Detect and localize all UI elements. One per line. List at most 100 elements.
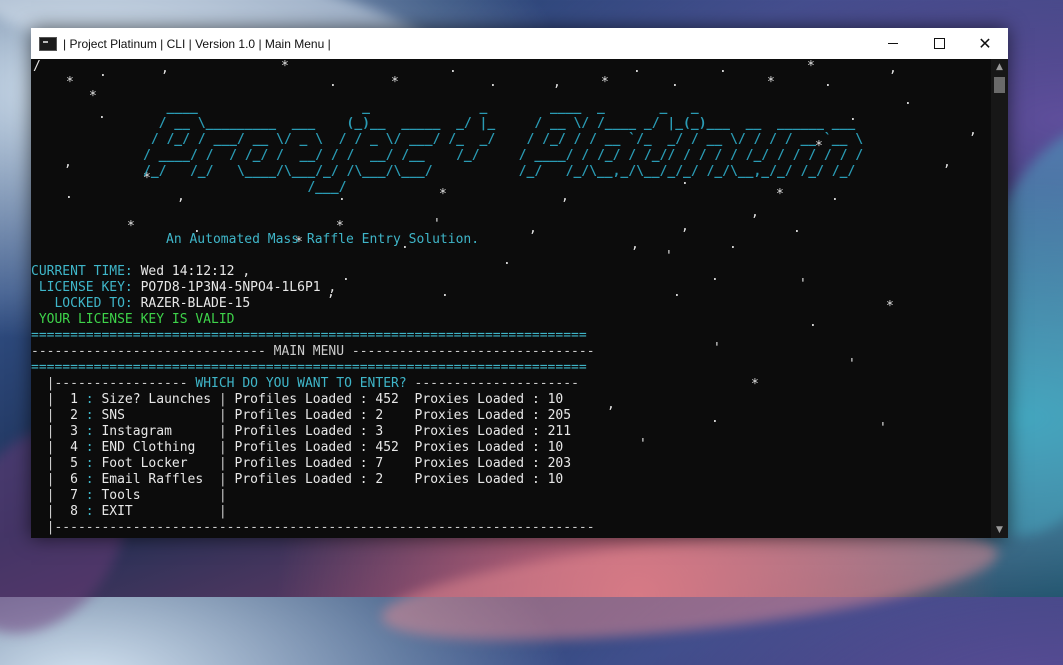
profiles-count: 2 <box>375 472 415 487</box>
menu-item-name: Email Raffles <box>101 472 219 487</box>
profiles-loaded-label: Profiles Loaded : <box>234 424 368 439</box>
star: . <box>711 269 719 284</box>
logo-line: / /_/ / ___/ __ \/ _ \ / / _ \/ ___/ /_ … <box>143 132 864 147</box>
star: , <box>681 219 689 234</box>
close-icon: ✕ <box>978 33 992 53</box>
star: . <box>329 75 337 90</box>
license-valid-message: YOUR LICENSE KEY IS VALID <box>31 312 235 327</box>
menu-item[interactable]: | 3 : Instagram | Profiles Loaded : 3 Pr… <box>31 424 595 440</box>
tagline: An Automated Mass Raffle Entry Solution. <box>166 232 480 247</box>
star: * <box>89 89 97 104</box>
separator: | <box>31 504 71 519</box>
menu-item-name: EXIT <box>101 504 219 519</box>
star: ' <box>848 357 856 372</box>
menu-item-name: Size? Launches <box>101 392 219 407</box>
separator: : <box>77 456 102 471</box>
separator <box>540 408 548 423</box>
menu-item-name: SNS <box>101 408 219 423</box>
star: , <box>943 155 951 170</box>
scroll-down-icon[interactable]: ▼ <box>991 522 1008 538</box>
star: . <box>809 315 817 330</box>
star: ' <box>879 421 887 436</box>
menu-prompt-line: |----------------- WHICH DO YOU WANT TO … <box>31 376 595 392</box>
maximize-button[interactable] <box>916 28 962 59</box>
separator: | <box>31 424 71 439</box>
license-key-row: LICENSE KEY: PO7D8-1P3N4-5NPO4-1L6P1 , <box>31 280 336 296</box>
terminal-window: | Project Platinum | CLI | Version 1.0 |… <box>31 28 1008 538</box>
separator: | <box>218 392 235 407</box>
menu-item[interactable]: | 5 : Foot Locker | Profiles Loaded : 7 … <box>31 456 595 472</box>
separator: | <box>31 392 71 407</box>
separator: : <box>77 504 102 519</box>
menu-item[interactable]: | 1 : Size? Launches | Profiles Loaded :… <box>31 392 595 408</box>
proxies-loaded-label: Proxies Loaded : <box>414 440 540 455</box>
menu-rule-bottom: ========================================… <box>31 360 587 375</box>
menu-item[interactable]: | 4 : END Clothing | Profiles Loaded : 4… <box>31 440 595 456</box>
menu-item[interactable]: | 8 : EXIT | <box>31 504 595 520</box>
proxies-loaded-label: Proxies Loaded : <box>414 392 540 407</box>
star: . <box>441 285 449 300</box>
current-time-value: Wed 14:12:12 , <box>140 264 251 279</box>
menu-item-list: | 1 : Size? Launches | Profiles Loaded :… <box>31 392 595 520</box>
title-bar[interactable]: | Project Platinum | CLI | Version 1.0 |… <box>31 28 1008 59</box>
proxies-loaded-label: Proxies Loaded : <box>414 408 540 423</box>
separator <box>540 424 548 439</box>
menu-item-name: Foot Locker <box>101 456 219 471</box>
star: * <box>751 377 759 392</box>
close-button[interactable]: ✕ <box>962 28 1008 59</box>
profiles-count: 3 <box>375 424 415 439</box>
star: . <box>342 269 350 284</box>
scroll-up-icon[interactable]: ▲ <box>991 59 1008 75</box>
menu-item-number: 5 <box>70 456 78 471</box>
logo-line: /___/ <box>143 180 879 195</box>
proxies-count: 203 <box>547 456 572 471</box>
menu-item-number: 8 <box>70 504 78 519</box>
separator: | <box>218 456 235 471</box>
menu-item-number: 2 <box>70 408 78 423</box>
star: ' <box>713 341 721 356</box>
menu-item-number: 3 <box>70 424 78 439</box>
minimize-button[interactable] <box>870 28 916 59</box>
prompt-prefix: |----------------- <box>31 376 196 391</box>
proxies-count: 10 <box>547 440 564 455</box>
star: . <box>793 221 801 236</box>
separator: : <box>77 392 102 407</box>
star: . <box>503 253 511 268</box>
separator: : <box>77 408 102 423</box>
menu-item-number: 7 <box>70 488 78 503</box>
scrollbar-thumb[interactable] <box>994 77 1005 93</box>
star: , <box>553 75 561 90</box>
logo-line: /_/ /_/ \____/\___/_/ /\___/\___/ /_/ /_… <box>143 164 864 179</box>
menu-item[interactable]: | 7 : Tools | <box>31 488 595 504</box>
separator: | <box>31 472 71 487</box>
star: . <box>449 61 457 76</box>
menu-item-name: END Clothing <box>101 440 219 455</box>
star: , <box>64 155 72 170</box>
separator: | <box>31 488 71 503</box>
star: ' <box>799 277 807 292</box>
star: . <box>729 237 737 252</box>
proxies-count: 10 <box>547 392 564 407</box>
star: * <box>127 219 135 234</box>
minimize-icon <box>888 43 898 44</box>
menu-item[interactable]: | 6 : Email Raffles | Profiles Loaded : … <box>31 472 595 488</box>
ascii-logo: ____ _ _ ____ _ _ _ / __ \_________ ___ … <box>143 100 879 196</box>
proxies-loaded-label: Proxies Loaded : <box>414 456 540 471</box>
console-corner-char: / <box>33 59 41 74</box>
proxies-count: 211 <box>547 424 572 439</box>
star: , <box>889 61 897 76</box>
locked-to-label: LOCKED TO: <box>31 296 133 311</box>
star: , <box>751 205 759 220</box>
star: , <box>161 61 169 76</box>
logo-line: / ____/ / / /_/ / __/ / / __/ /__ /_/ / … <box>143 148 864 163</box>
star: . <box>99 65 107 80</box>
star: * <box>807 59 815 74</box>
star: . <box>719 61 727 76</box>
vertical-scrollbar[interactable]: ▲ ▼ <box>991 59 1008 538</box>
license-key-label: LICENSE KEY: <box>31 280 133 295</box>
menu-item[interactable]: | 2 : SNS | Profiles Loaded : 2 Proxies … <box>31 408 595 424</box>
menu-item-number: 1 <box>70 392 78 407</box>
star: . <box>489 75 497 90</box>
profiles-loaded-label: Profiles Loaded : <box>234 392 368 407</box>
console-output[interactable]: / * . , * . * . . , * . . . * * . , * . … <box>31 59 991 538</box>
